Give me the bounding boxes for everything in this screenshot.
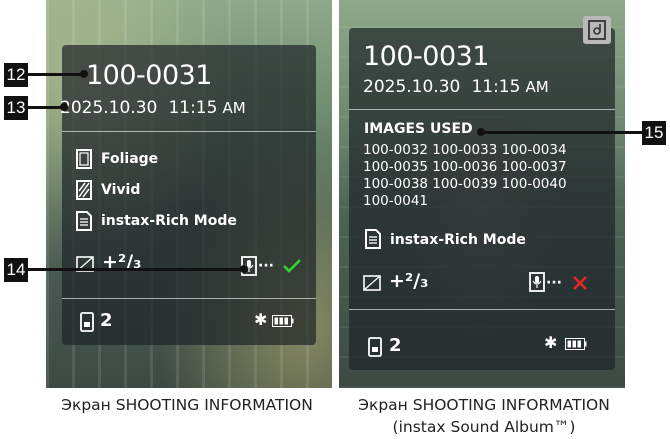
frame-number: 100-0031 (86, 60, 213, 91)
bluetooth-icon: ✱ (544, 333, 558, 352)
sound-album-info-screen: 100-0031 2025.10.30 11:15 AM IMAGES USED… (339, 0, 625, 388)
callout-line (480, 131, 642, 134)
callout-line (28, 268, 242, 271)
frame-number: 100-0031 (363, 41, 490, 72)
ampm-text: AM (525, 78, 549, 96)
time-text: 11:15 (168, 98, 218, 118)
divider (349, 309, 615, 310)
print-count: 2 (389, 335, 402, 356)
shooting-info-screen: 100-0031 2025.10.30 11:15 AM Foliage Viv… (46, 0, 332, 388)
callout-13: 13 (4, 96, 28, 120)
print-mode-label: instax-Rich Mode (101, 213, 237, 229)
callout-dot (240, 265, 248, 273)
callout-dot (80, 70, 88, 78)
datetime: 2025.10.30 11:15 AM (363, 77, 549, 97)
callout-line (28, 73, 82, 76)
datetime: 2025.10.30 11:15 AM (60, 98, 246, 118)
print-count: 2 (100, 310, 113, 331)
color-setting-label: Vivid (101, 182, 141, 198)
audio-ellipsis: ··· (258, 258, 274, 274)
images-used-line: 100-0038 100-0039 100-0040 (363, 176, 567, 192)
cross-icon (573, 276, 587, 290)
caption-right-line2: (instax Sound Album™) (392, 418, 576, 436)
divider (62, 131, 316, 132)
images-used-line: 100-0041 (363, 193, 428, 209)
battery-icon (565, 338, 587, 350)
album-badge-icon (583, 16, 611, 44)
bluetooth-icon: ✱ (254, 310, 268, 329)
color-setting-icon (76, 180, 92, 200)
film-simulation-icon (76, 149, 92, 169)
exposure-comp-icon (363, 275, 381, 291)
callout-dot (60, 103, 68, 111)
audio-ellipsis: ··· (546, 275, 562, 291)
callout-line (28, 106, 62, 109)
callout-dot (477, 128, 485, 136)
callout-14: 14 (4, 258, 28, 282)
images-used-list: 100-0032 100-0033 100-0034 100-0035 100-… (363, 142, 567, 210)
exposure-comp-value: +²/₃ (389, 270, 429, 292)
print-mode-icon (76, 211, 92, 231)
check-icon (283, 259, 301, 273)
callout-12: 12 (4, 63, 28, 87)
ampm-text: AM (222, 99, 246, 117)
battery-icon (272, 315, 294, 327)
time-text: 11:15 (471, 77, 521, 97)
caption-left: Экран SHOOTING INFORMATION (61, 396, 313, 414)
film-simulation-label: Foliage (101, 151, 159, 167)
date-text: 2025.10.30 (363, 77, 461, 97)
divider (62, 298, 316, 299)
print-mode-label: instax-Rich Mode (390, 232, 526, 248)
images-used-line: 100-0035 100-0036 100-0037 (363, 159, 567, 175)
instax-film-icon (368, 337, 382, 357)
date-text: 2025.10.30 (60, 98, 158, 118)
images-used-label: IMAGES USED (364, 121, 473, 137)
caption-right-line1: Экран SHOOTING INFORMATION (358, 396, 610, 414)
divider (349, 109, 615, 110)
instax-film-icon (80, 312, 94, 332)
images-used-line: 100-0032 100-0033 100-0034 (363, 142, 567, 158)
callout-15: 15 (642, 121, 666, 145)
print-mode-icon (365, 229, 381, 249)
audio-memo-icon (529, 272, 545, 292)
